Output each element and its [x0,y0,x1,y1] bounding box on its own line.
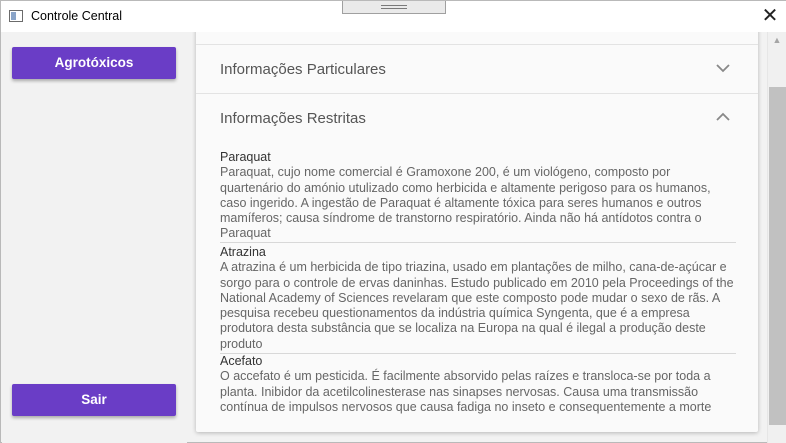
info-item-name: Paraquat [220,150,271,164]
panel-header-restritas[interactable]: Informações Restritas [196,93,758,142]
info-item-description: Paraquat, cujo nome comercial é Gramoxon… [220,165,711,241]
sidebar: Agrotóxicos Sair [2,32,187,443]
info-item-description: A atrazina é um herbicida de tipo triazi… [220,260,734,351]
window-title: Controle Central [31,9,123,23]
divider [220,242,736,243]
drag-handle[interactable] [342,1,446,14]
info-item-name: Acefato [220,354,263,368]
window-icon [9,10,23,22]
close-button[interactable]: ✕ [757,4,783,28]
chevron-up-icon [716,112,730,121]
accordion: Informações Particulares Informações Res… [196,32,758,432]
agrotoxicos-button[interactable]: Agrotóxicos [12,47,176,79]
main-content: Informações Particulares Informações Res… [187,32,767,443]
info-item-name: Atrazina [220,245,266,259]
title-bar[interactable]: Controle Central ✕ [1,1,786,32]
scrollbar-thumb[interactable] [769,87,786,425]
panel-title: Informações Particulares [220,61,386,78]
panel-header-particulares[interactable]: Informações Particulares [196,44,758,93]
exit-button[interactable]: Sair [12,384,176,416]
chevron-down-icon [716,64,730,73]
info-item-description: O accefato é um pesticida. É facilmente … [220,369,712,414]
vertical-scrollbar[interactable]: ▲ [767,32,786,443]
info-item-atrazina: Atrazina A atrazina é um herbicida de ti… [220,245,736,352]
panel-title: Informações Restritas [220,110,366,127]
info-item-acefato: Acefato O accefato é um pesticida. É fac… [220,354,736,415]
scroll-up-arrow-icon[interactable]: ▲ [768,32,786,48]
info-item-paraquat: Paraquat Paraquat, cujo nome comercial é… [220,150,736,242]
app-window: Controle Central ✕ Agrotóxicos Sair Info… [0,0,786,443]
